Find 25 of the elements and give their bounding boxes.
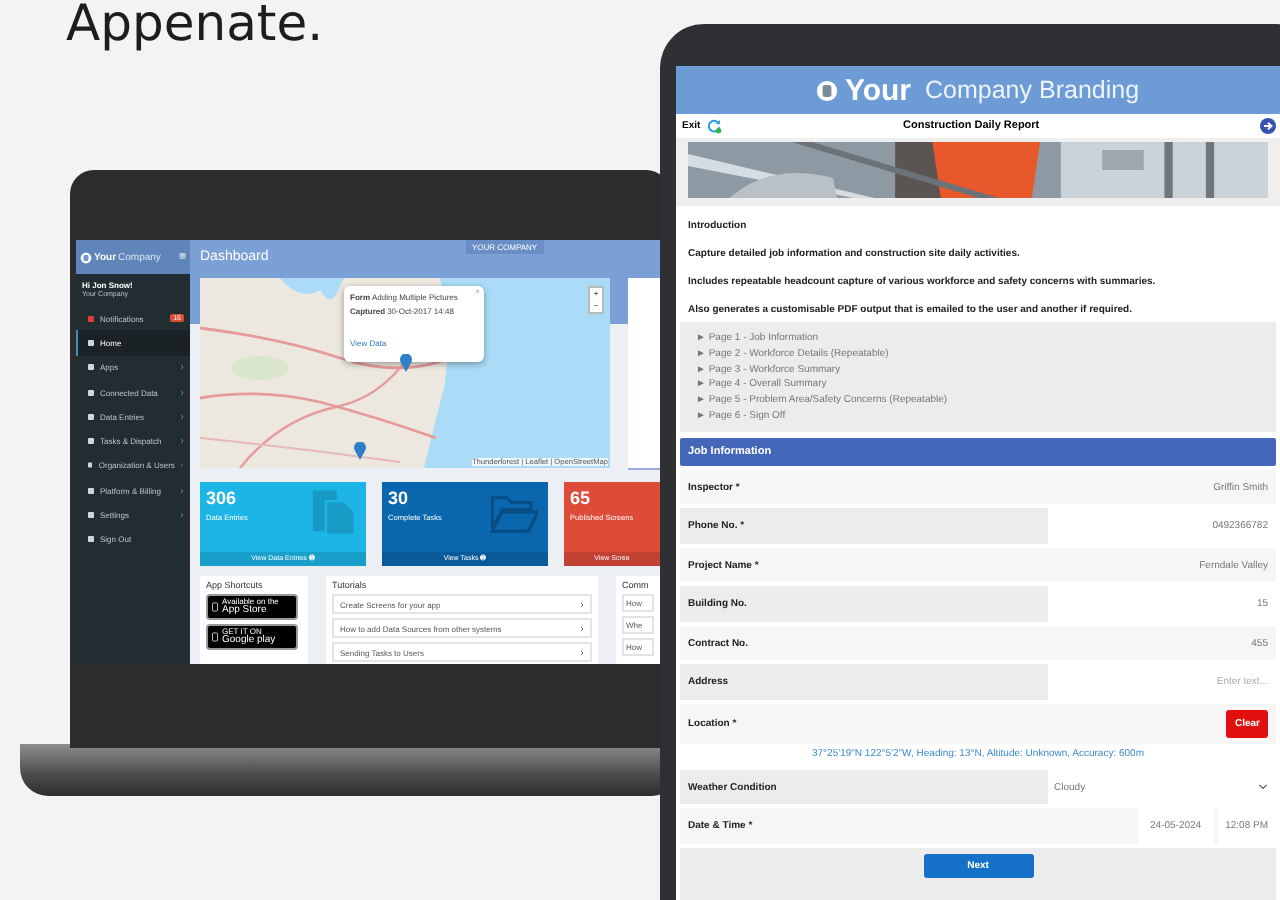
brand-name: Your xyxy=(844,73,912,107)
chevron-down-icon xyxy=(1258,784,1268,791)
stat-value: 30 xyxy=(388,488,411,508)
logo-icon xyxy=(816,79,839,101)
arrow-right-icon[interactable] xyxy=(1260,118,1276,134)
stat-value: 306 xyxy=(206,488,239,508)
page-heading: Appenate. xyxy=(66,0,324,52)
document-icon xyxy=(308,488,356,536)
square-icon xyxy=(88,339,94,346)
square-icon xyxy=(88,413,94,420)
brand-subtitle: Company Branding xyxy=(925,76,1140,104)
phone-icon xyxy=(212,632,218,642)
map-pin-icon xyxy=(354,442,366,460)
square-icon xyxy=(88,438,94,445)
map-pin-icon xyxy=(400,354,412,372)
refresh-icon[interactable] xyxy=(706,118,723,134)
square-icon xyxy=(88,315,94,322)
square-icon xyxy=(88,389,94,396)
stat-value: 65 xyxy=(570,488,593,508)
square-icon xyxy=(88,536,94,543)
square-icon xyxy=(88,487,94,494)
logo-icon xyxy=(80,251,92,263)
phone-icon xyxy=(212,602,218,612)
square-icon xyxy=(88,364,94,371)
square-icon xyxy=(88,512,94,519)
